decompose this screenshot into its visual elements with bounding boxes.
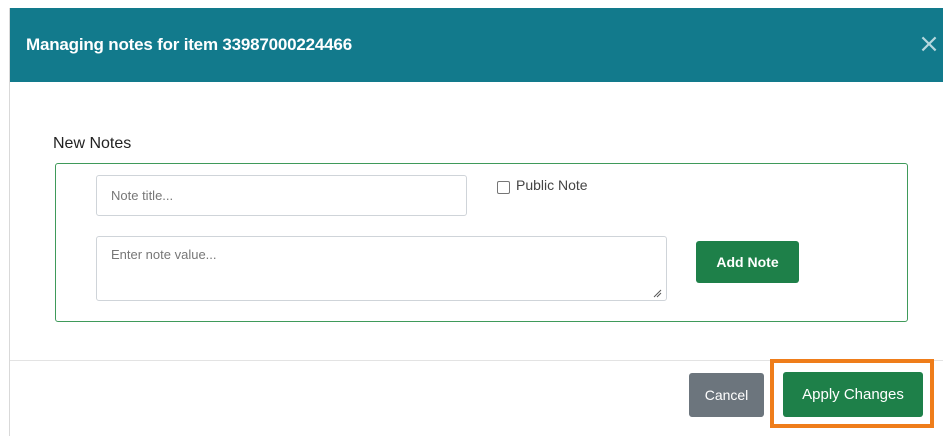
close-icon[interactable]: × — [914, 30, 943, 60]
modal-header: Managing notes for item 33987000224466 × — [10, 8, 943, 82]
new-notes-panel: Public Note Add Note — [55, 163, 908, 322]
checkbox-icon[interactable] — [497, 181, 510, 194]
note-value-input[interactable] — [96, 236, 667, 301]
public-note-toggle[interactable]: Public Note — [497, 176, 588, 194]
public-note-label: Public Note — [516, 177, 588, 193]
add-note-button[interactable]: Add Note — [696, 241, 799, 283]
new-notes-label: New Notes — [53, 135, 132, 152]
resize-grip-icon[interactable] — [652, 288, 662, 298]
cancel-button[interactable]: Cancel — [689, 373, 764, 417]
apply-changes-button[interactable]: Apply Changes — [783, 372, 923, 417]
modal-title: Managing notes for item 33987000224466 — [26, 35, 352, 54]
note-title-input[interactable] — [96, 175, 467, 216]
